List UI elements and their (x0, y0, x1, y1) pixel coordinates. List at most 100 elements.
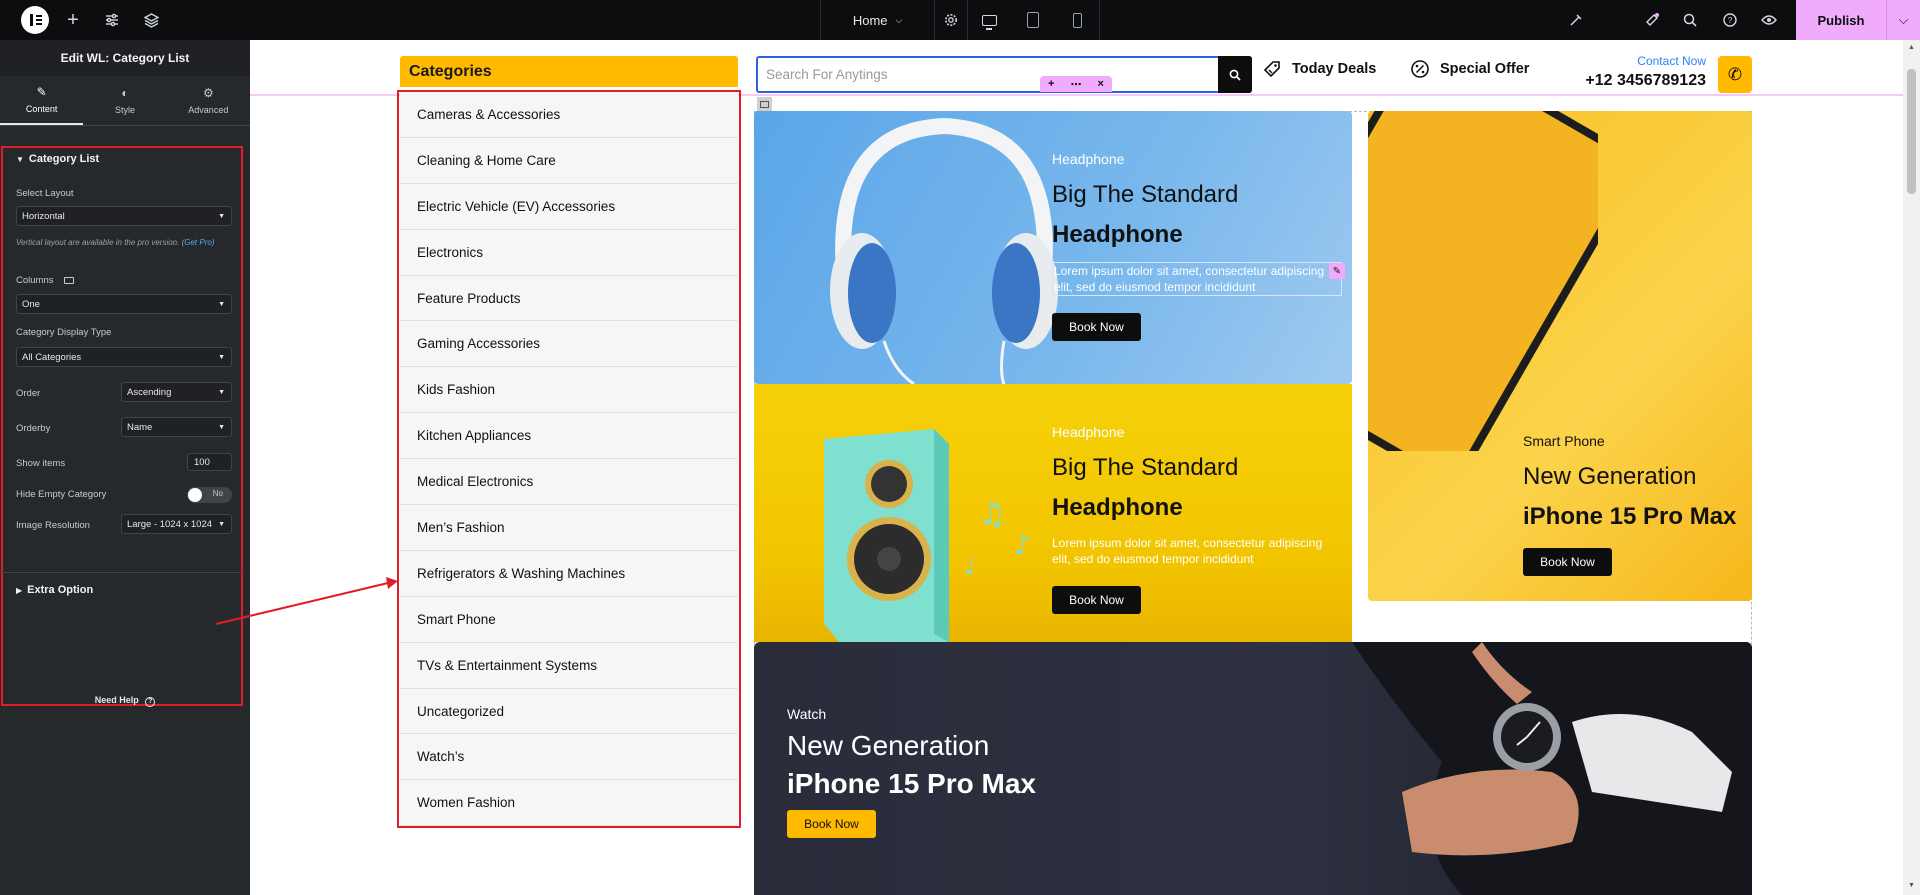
elementor-logo-icon[interactable] (21, 6, 49, 34)
mobile-view-button[interactable] (1055, 0, 1099, 40)
order-label: Order (16, 388, 41, 399)
caret-down-icon: ▼ (218, 300, 225, 308)
tab-content[interactable]: ✎ Content (0, 76, 84, 125)
banner-title-line2: Headphone (1052, 221, 1183, 248)
desktop-icon (982, 14, 998, 30)
banner-title-line2: iPhone 15 Pro Max (787, 768, 1036, 799)
ai-magic-icon[interactable] (1563, 0, 1587, 40)
page-name: Home (852, 12, 888, 28)
scrollbar-thumb[interactable] (1907, 69, 1916, 194)
phone-call-button[interactable]: ✆ (1718, 56, 1752, 93)
caret-down-icon: ▼ (218, 212, 225, 220)
page-settings-gear-icon[interactable] (935, 0, 968, 40)
banner-title-line1: Big The Standard (1052, 181, 1239, 208)
display-type-dropdown[interactable]: All Categories ▼ (16, 347, 232, 367)
add-element-icon[interactable]: + (62, 0, 84, 40)
section-toggle-category-list[interactable]: ▼ Category List (16, 153, 99, 165)
edit-pencil-icon[interactable]: ✎ (1329, 263, 1345, 279)
drag-handle-icon[interactable]: ⋯ (1070, 78, 1081, 91)
page-scrollbar[interactable]: ▲ ▼ (1903, 40, 1920, 895)
book-now-button[interactable]: Book Now (1523, 548, 1612, 576)
columns-dropdown[interactable]: One ▼ (16, 294, 232, 314)
order-dropdown[interactable]: Ascending ▼ (121, 382, 232, 402)
today-deals-link[interactable]: Today Deals (1262, 57, 1376, 81)
orderby-value: Name (127, 421, 153, 433)
preview-eye-icon[interactable] (1757, 0, 1781, 40)
image-res-label: Image Resolution (16, 520, 90, 531)
site-settings-icon[interactable] (101, 0, 123, 40)
tab-style[interactable]: ◐ Style (83, 76, 166, 125)
banner-title-line1: Big The Standard (1052, 454, 1239, 481)
panel-title: Edit WL: Category List (0, 40, 250, 76)
tab-advanced-label: Advanced (188, 105, 229, 115)
search-icon[interactable] (1678, 0, 1702, 40)
watch-hand-image (1352, 642, 1752, 895)
headphone-image (830, 117, 1058, 384)
banner-title-line1: New Generation (1523, 463, 1697, 490)
percent-badge-icon (1411, 60, 1429, 78)
select-layout-dropdown[interactable]: Horizontal ▼ (16, 206, 232, 226)
search-input[interactable]: Search For Anytings (766, 67, 888, 82)
page-device-switcher: Home ⌵ (820, 0, 1100, 40)
section-handle[interactable]: + ⋯ × (1040, 76, 1112, 92)
section-toggle-extra-option[interactable]: ▶ Extra Option (16, 584, 93, 596)
special-offer-link[interactable]: Special Offer (1410, 57, 1529, 81)
editor-panel: Edit WL: Category List ✎ Content ◐ Style… (0, 40, 250, 895)
banner-headphone-blue: Headphone Big The Standard Headphone Lor… (754, 111, 1352, 384)
close-icon[interactable]: × (1098, 78, 1104, 90)
banner-tag: Smart Phone (1523, 433, 1605, 449)
phone-icon: ✆ (1727, 64, 1743, 84)
banner-description[interactable]: Lorem ipsum dolor sit amet, consectetur … (1052, 262, 1342, 296)
search-button[interactable] (1218, 56, 1252, 93)
notifications-icon[interactable] (1640, 0, 1664, 40)
banner-title-line2: Headphone (1052, 494, 1183, 521)
pro-note-text: Vertical layout are available in the pro… (16, 238, 185, 247)
book-now-button[interactable]: Book Now (1052, 586, 1141, 614)
panel-tabs: ✎ Content ◐ Style ⚙ Advanced (0, 76, 250, 126)
svg-text:?: ? (1728, 16, 1733, 25)
svg-text:♩: ♩ (964, 552, 975, 580)
phone-image (1368, 111, 1598, 451)
search-bar[interactable]: Search For Anytings (756, 56, 1252, 93)
book-now-button[interactable]: Book Now (1052, 313, 1141, 341)
banner-tag: Headphone (1052, 151, 1125, 167)
add-section-icon[interactable]: + (1048, 78, 1054, 90)
contact-now-link[interactable]: Contact Now (1584, 54, 1706, 68)
help-icon[interactable]: ? (1718, 0, 1742, 40)
tablet-view-button[interactable] (1011, 0, 1055, 40)
special-offer-label: Special Offer (1440, 61, 1530, 77)
extra-option-title: Extra Option (27, 584, 94, 596)
contact-phone: +12 3456789123 (1585, 72, 1706, 89)
show-items-label: Show items (16, 458, 66, 469)
caret-down-icon: ▼ (218, 353, 225, 361)
book-now-button[interactable]: Book Now (787, 810, 876, 838)
image-res-dropdown[interactable]: Large - 1024 x 1024 ▼ (121, 514, 232, 534)
structure-layers-icon[interactable] (140, 0, 162, 40)
page-selector[interactable]: Home ⌵ (821, 0, 936, 40)
publish-label: Publish (1817, 12, 1865, 28)
chevron-down-icon: ⌵ (895, 14, 903, 25)
banner-title-line2: iPhone 15 Pro Max (1523, 503, 1737, 530)
desktop-view-button[interactable] (968, 0, 1012, 40)
tab-advanced[interactable]: ⚙ Advanced (167, 76, 250, 125)
order-value: Ascending (127, 386, 172, 398)
display-type-value: All Categories (22, 351, 82, 363)
half-circle-icon: ◐ (121, 86, 129, 100)
publish-button[interactable]: Publish ⌵ (1796, 0, 1920, 40)
need-help-link[interactable]: Need Help ? (0, 695, 250, 707)
show-items-value: 100 (194, 456, 210, 468)
scroll-down-icon[interactable]: ▼ (1908, 882, 1915, 889)
show-items-input[interactable]: 100 (187, 453, 232, 471)
columns-value: One (22, 298, 40, 310)
desktop-icon[interactable] (63, 277, 74, 284)
chevron-down-icon[interactable]: ⌵ (1886, 0, 1920, 40)
hide-empty-toggle[interactable]: No (187, 487, 232, 503)
image-res-value: Large - 1024 x 1024 (127, 518, 213, 530)
categories-header: Categories (400, 56, 738, 87)
get-pro-link[interactable]: Get Pro (184, 238, 212, 247)
columns-label-row: Columns (16, 275, 74, 286)
select-layout-label: Select Layout (16, 188, 74, 199)
scroll-up-icon[interactable]: ▲ (1908, 44, 1915, 51)
banner-watch-dark: Watch New Generation iPhone 15 Pro Max B… (754, 642, 1752, 895)
orderby-dropdown[interactable]: Name ▼ (121, 417, 232, 437)
